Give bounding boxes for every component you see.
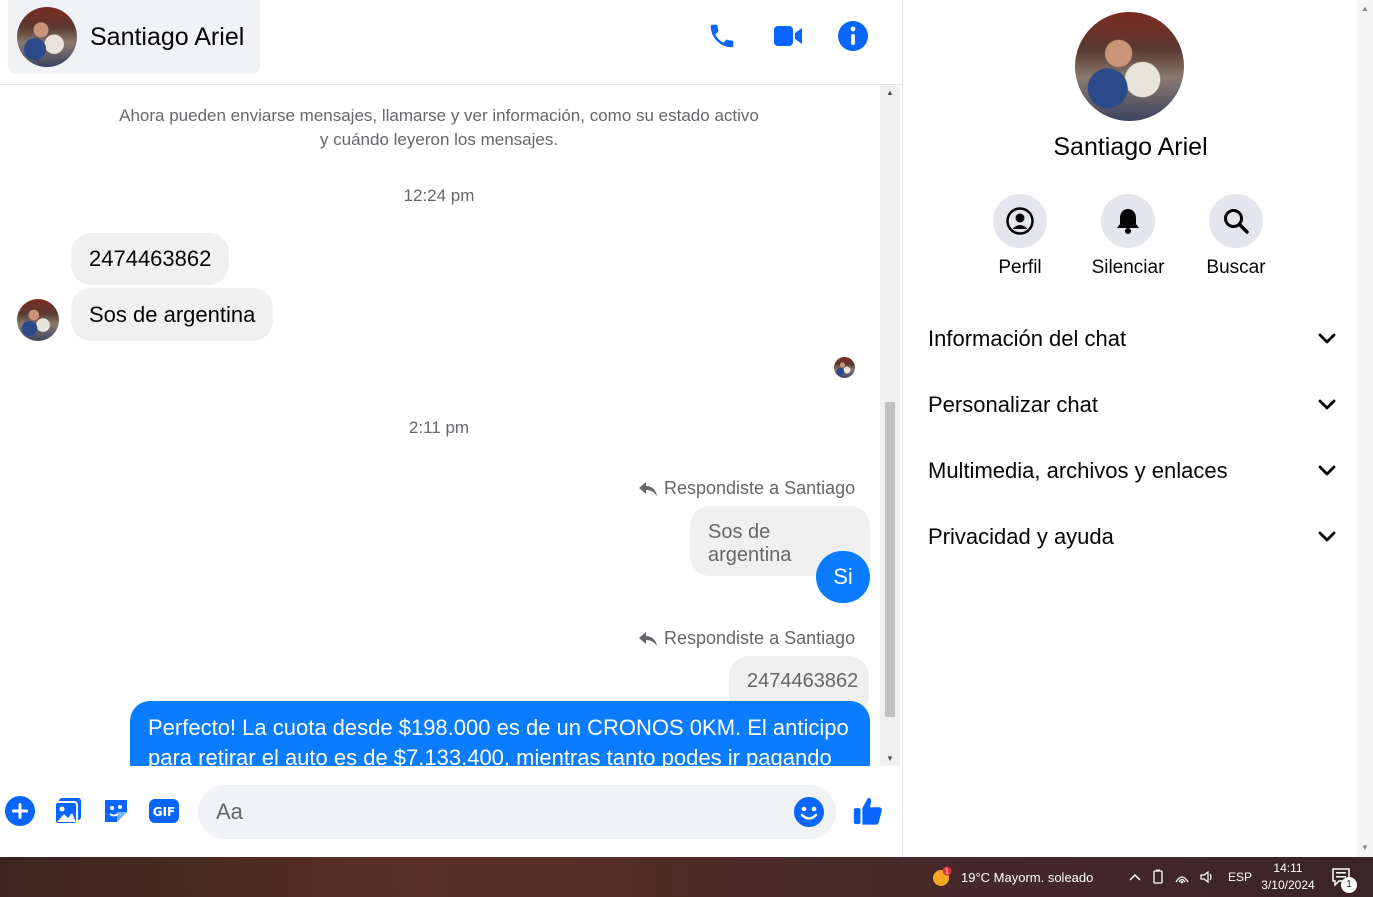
- clock-date: 3/10/2024: [1261, 878, 1315, 892]
- gallery-icon[interactable]: [52, 795, 84, 827]
- section-media-files-links[interactable]: Multimedia, archivos y enlaces: [928, 451, 1336, 491]
- chat-header: Santiago Ariel: [0, 0, 902, 85]
- profile-icon[interactable]: [993, 194, 1047, 248]
- chat-panel: Santiago Ariel Ahora pueden enviarse men…: [0, 0, 902, 857]
- reply-indicator: Respondiste a Santiago: [638, 628, 855, 649]
- message-scrollbar[interactable]: ▲ ▼: [880, 86, 900, 766]
- incoming-message[interactable]: 2474463862: [71, 233, 230, 285]
- section-chat-info[interactable]: Información del chat: [928, 319, 1336, 359]
- chevron-down-icon: [1318, 465, 1336, 476]
- battery-icon[interactable]: [1151, 869, 1165, 885]
- outgoing-message[interactable]: Perfecto! La cuota desde $198.000 es de …: [130, 701, 870, 766]
- scroll-up-arrow[interactable]: ▲: [885, 88, 895, 98]
- section-label: Personalizar chat: [928, 392, 1098, 417]
- search-action-label: Buscar: [1206, 257, 1266, 278]
- gif-icon[interactable]: GIF: [148, 795, 180, 827]
- weather-sun-icon: 1: [933, 866, 952, 886]
- section-label: Privacidad y ayuda: [928, 524, 1114, 549]
- svg-text:GIF: GIF: [153, 805, 176, 819]
- system-note: Ahora pueden enviarse mensajes, llamarse…: [0, 104, 878, 152]
- like-icon[interactable]: [852, 795, 884, 827]
- notification-badge: 1: [1341, 877, 1357, 893]
- profile-action-label: Perfil: [998, 257, 1042, 278]
- section-label: Información del chat: [928, 326, 1127, 351]
- bell-icon[interactable]: [1101, 194, 1155, 248]
- mute-action-label: Silenciar: [1091, 257, 1165, 278]
- info-icon[interactable]: [837, 20, 869, 52]
- clock[interactable]: 14:11 3/10/2024: [1255, 860, 1321, 894]
- weather-text: 19°C Mayorm. soleado: [961, 869, 1094, 885]
- phone-icon[interactable]: [706, 20, 738, 52]
- plus-icon[interactable]: [4, 795, 36, 827]
- sticker-icon[interactable]: [100, 795, 132, 827]
- mute-action[interactable]: Silenciar: [1083, 194, 1173, 279]
- contact-header-button[interactable]: Santiago Ariel: [8, 0, 260, 74]
- chevron-up-icon[interactable]: [1128, 872, 1142, 882]
- contact-name[interactable]: Santiago Ariel: [90, 23, 244, 52]
- search-action[interactable]: Buscar: [1191, 194, 1281, 279]
- message-list[interactable]: Ahora pueden enviarse mensajes, llamarse…: [0, 86, 880, 766]
- taskbar: 1 19°C Mayorm. soleado ESP 14:11 3/10/20…: [0, 857, 1373, 897]
- svg-text:1: 1: [945, 868, 949, 876]
- profile-action[interactable]: Perfil: [975, 194, 1065, 279]
- read-receipt-avatar: [834, 357, 855, 378]
- page-scroll-down-arrow[interactable]: ▼: [1361, 843, 1369, 852]
- reply-indicator: Respondiste a Santiago: [638, 478, 855, 499]
- chevron-down-icon: [1318, 333, 1336, 344]
- scroll-down-arrow[interactable]: ▼: [885, 754, 895, 764]
- timestamp: 2:11 pm: [408, 418, 470, 437]
- outgoing-message[interactable]: Si: [816, 551, 870, 603]
- emoji-icon[interactable]: [793, 796, 825, 828]
- profile-avatar[interactable]: [1075, 12, 1184, 121]
- profile-name: Santiago Ariel: [1053, 133, 1208, 161]
- notifications-button[interactable]: 1: [1331, 857, 1357, 897]
- reply-label-text: Respondiste a Santiago: [664, 478, 856, 498]
- page-scrollbar[interactable]: ▲ ▼: [1357, 0, 1373, 857]
- section-label: Multimedia, archivos y enlaces: [928, 458, 1228, 483]
- chevron-down-icon: [1318, 531, 1336, 542]
- contact-avatar[interactable]: [17, 7, 77, 67]
- clock-time: 14:11: [1273, 861, 1303, 875]
- composer: GIF: [0, 770, 902, 857]
- chat-info-panel: Santiago Ariel Perfil Silenciar Buscar I…: [902, 0, 1357, 857]
- section-customize-chat[interactable]: Personalizar chat: [928, 385, 1336, 425]
- timestamp: 12:24 pm: [403, 186, 475, 205]
- message-input-box[interactable]: [198, 785, 836, 839]
- system-note-text: Ahora pueden enviarse mensajes, llamarse…: [119, 106, 759, 149]
- incoming-message[interactable]: Sos de argentina: [71, 288, 274, 341]
- video-call-icon[interactable]: [772, 20, 804, 52]
- reply-label-text: Respondiste a Santiago: [664, 628, 856, 648]
- reply-icon: [639, 631, 657, 646]
- section-privacy-help[interactable]: Privacidad y ayuda: [928, 517, 1336, 557]
- chevron-down-icon: [1318, 399, 1336, 410]
- weather-widget[interactable]: 1 19°C Mayorm. soleado: [930, 857, 1093, 897]
- page-scroll-up-arrow[interactable]: ▲: [1361, 4, 1369, 13]
- search-icon[interactable]: [1209, 194, 1263, 248]
- scroll-thumb[interactable]: [885, 402, 895, 717]
- language-indicator[interactable]: ESP: [1228, 870, 1252, 884]
- reply-icon: [639, 481, 657, 496]
- volume-icon[interactable]: [1199, 870, 1215, 884]
- message-input[interactable]: [214, 795, 774, 829]
- wifi-icon[interactable]: [1174, 870, 1190, 884]
- sender-avatar[interactable]: [17, 299, 59, 341]
- system-tray: ESP: [1128, 857, 1252, 897]
